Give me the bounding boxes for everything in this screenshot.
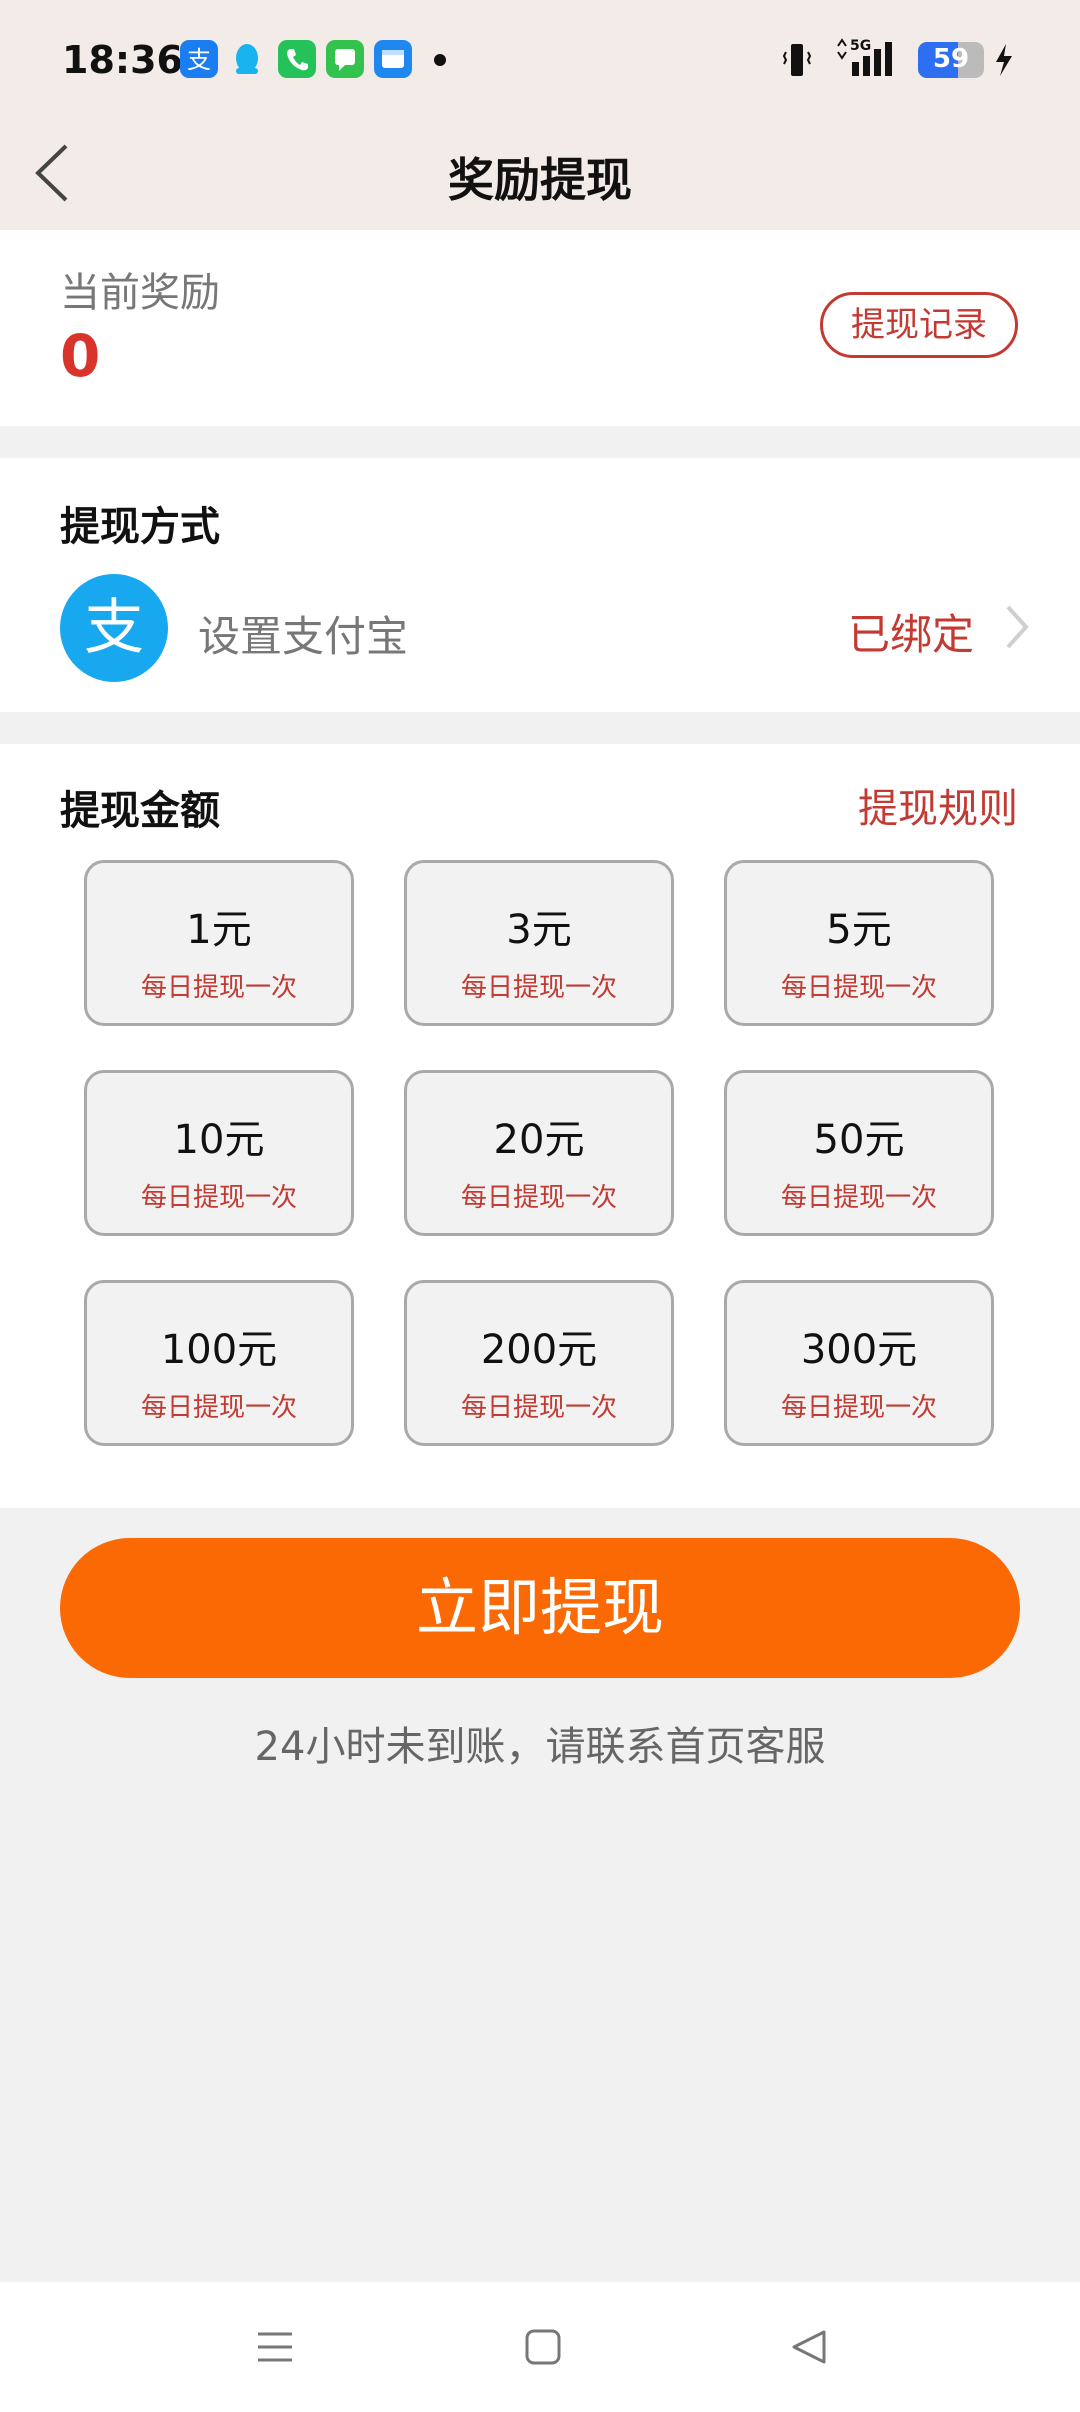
page-title: 奖励提现: [448, 153, 632, 207]
status-bar: 18:36 支 5G 59: [0, 0, 1080, 120]
amount-note: 每日提现一次: [460, 1393, 617, 1423]
vibrate-icon: [782, 40, 812, 84]
battery-icon: 59: [918, 42, 984, 78]
withdraw-now-button[interactable]: 立即提现: [60, 1538, 1020, 1678]
amount-value: 10元: [173, 1117, 265, 1163]
amount-value: 20元: [493, 1117, 585, 1163]
svg-text:支: 支: [187, 46, 211, 74]
withdraw-rules-link[interactable]: 提现规则: [858, 776, 1018, 834]
calendar-icon: [374, 40, 412, 78]
amount-option[interactable]: 3元 每日提现一次: [404, 860, 674, 1026]
status-time: 18:36: [62, 38, 183, 82]
amount-option[interactable]: 50元 每日提现一次: [724, 1070, 994, 1236]
charging-icon: [992, 42, 1016, 82]
amount-option[interactable]: 5元 每日提现一次: [724, 860, 994, 1026]
messages-icon: [326, 40, 364, 78]
back-triangle-icon[interactable]: [788, 2326, 830, 2368]
withdraw-amount-card: 提现金额 提现规则 1元 每日提现一次 3元 每日提现一次 5元 每日提现一次 …: [0, 744, 1080, 1508]
home-icon[interactable]: [522, 2326, 564, 2368]
withdraw-amount-title: 提现金额: [60, 788, 220, 834]
balance-label: 当前奖励: [60, 270, 220, 316]
alipay-icon: 支: [180, 40, 218, 78]
system-nav-bar: [0, 2282, 1080, 2412]
balance-value: 0: [60, 322, 101, 390]
amount-note: 每日提现一次: [780, 973, 937, 1003]
amount-option[interactable]: 1元 每日提现一次: [84, 860, 354, 1026]
amount-value: 300元: [800, 1327, 918, 1373]
chevron-right-icon[interactable]: [1002, 603, 1032, 651]
amount-note: 每日提现一次: [780, 1183, 937, 1213]
menu-icon[interactable]: [254, 2326, 296, 2368]
amount-value: 3元: [506, 907, 572, 953]
battery-level: 59: [932, 44, 970, 74]
amount-option[interactable]: 100元 每日提现一次: [84, 1280, 354, 1446]
amount-note: 每日提现一次: [780, 1393, 937, 1423]
withdraw-record-button[interactable]: 提现记录: [820, 292, 1018, 358]
amount-option[interactable]: 300元 每日提现一次: [724, 1280, 994, 1446]
alipay-icon: 支: [60, 574, 168, 682]
qq-icon: [228, 40, 266, 78]
phone-icon: [278, 40, 316, 78]
amount-value: 50元: [813, 1117, 905, 1163]
amount-option[interactable]: 10元 每日提现一次: [84, 1070, 354, 1236]
amount-value: 1元: [186, 907, 252, 953]
svg-text:支: 支: [84, 593, 144, 663]
amount-note: 每日提现一次: [460, 973, 617, 1003]
amount-value: 100元: [160, 1327, 278, 1373]
binding-status[interactable]: 已绑定: [848, 601, 974, 662]
signal-icon: 5G: [832, 36, 902, 84]
withdraw-method-title: 提现方式: [60, 504, 220, 550]
more-notifications-dot: [434, 54, 446, 66]
balance-card: 当前奖励 0 提现记录: [0, 230, 1080, 426]
amount-value: 200元: [480, 1327, 598, 1373]
alipay-setup-label[interactable]: 设置支付宝: [198, 603, 408, 664]
amount-option[interactable]: 200元 每日提现一次: [404, 1280, 674, 1446]
nav-bar: 奖励提现: [0, 120, 1080, 230]
amount-value: 5元: [826, 907, 892, 953]
amount-note: 每日提现一次: [140, 973, 297, 1003]
amount-note: 每日提现一次: [460, 1183, 617, 1213]
withdraw-method-card: 提现方式 支 设置支付宝 已绑定: [0, 458, 1080, 712]
svg-text:5G: 5G: [850, 38, 871, 54]
amount-note: 每日提现一次: [140, 1183, 297, 1213]
amount-option[interactable]: 20元 每日提现一次: [404, 1070, 674, 1236]
support-hint: 24小时未到账，请联系首页客服: [254, 1724, 826, 1770]
amount-note: 每日提现一次: [140, 1393, 297, 1423]
